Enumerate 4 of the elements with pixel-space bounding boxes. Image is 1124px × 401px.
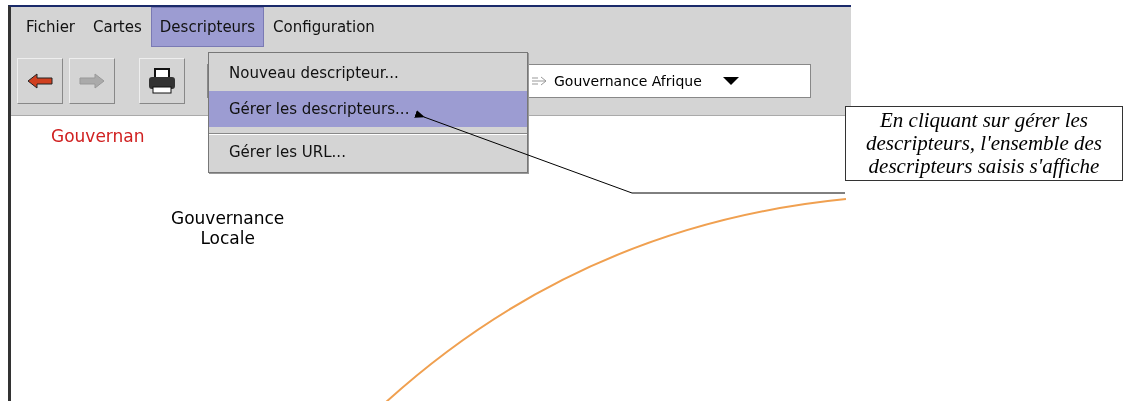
map-select-value: Gouvernance Afrique (554, 73, 702, 89)
callout-text: En cliquant sur gérer les descripteurs, l'ensemble des descripteurs saisis s'affiche (845, 106, 1123, 182)
node-label: Gouvernance Locale (171, 208, 285, 249)
map-title: Gouvernan (51, 126, 145, 146)
